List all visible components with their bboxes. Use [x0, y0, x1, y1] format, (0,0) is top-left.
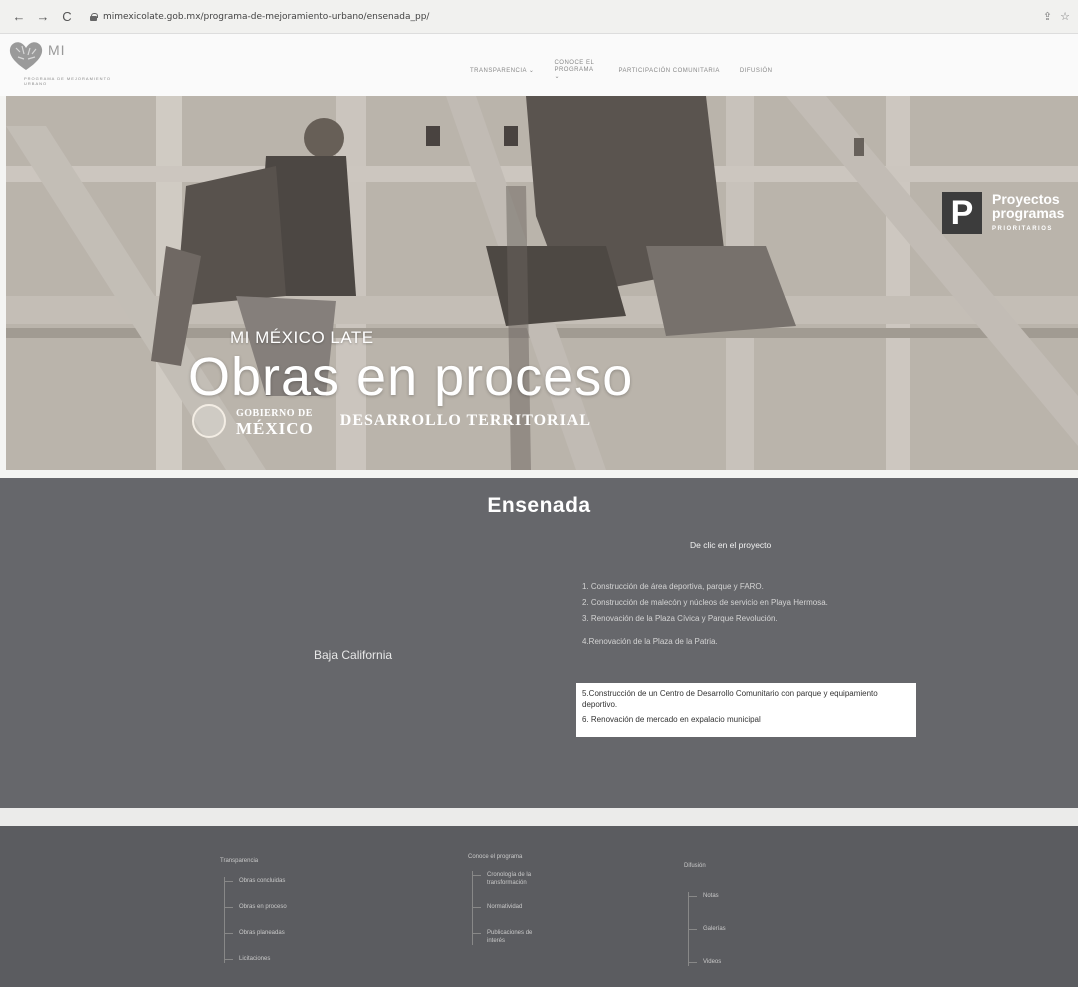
site-footer: Transparencia Obras concluidas Obras en … [0, 826, 1078, 987]
footer-link[interactable]: Obras planeadas [225, 929, 287, 937]
site-header: MI PROGRAMA DE MEJORAMIENTO URBANO TRANS… [0, 34, 1078, 96]
main-nav: TRANSPARENCIA ⌄ CONOCE EL PROGRAMA ⌄ PAR… [470, 60, 773, 81]
footer-link[interactable]: Videos [689, 958, 726, 966]
footer-column-conoce: Conoce el programa Cronología de la tran… [468, 853, 548, 945]
logo-text: MI [48, 42, 66, 58]
lock-icon [90, 12, 98, 21]
nav-difusion[interactable]: DIFUSIÓN [740, 68, 773, 74]
divider-band [0, 808, 1078, 826]
nav-transparencia[interactable]: TRANSPARENCIA ⌄ [470, 67, 534, 74]
page: { "browser": { "url": "mimexicolate.gob.… [0, 0, 1078, 987]
footer-link[interactable]: Publicaciones de interés [473, 929, 548, 945]
footer-link[interactable]: Cronología de la transformación [473, 871, 548, 887]
project-link[interactable]: 2. Construcción de malecón y núcleos de … [582, 598, 922, 607]
url-text[interactable]: mimexicolate.gob.mx/programa-de-mejorami… [103, 12, 429, 22]
logo-subtitle: PROGRAMA DE MEJORAMIENTO URBANO [24, 76, 112, 86]
badge-line-1: Proyectos [992, 191, 1060, 207]
p-logo-icon: P [942, 192, 982, 234]
bookmark-icon[interactable]: ☆ [1060, 10, 1070, 23]
footer-column-difusion: Difusión Notas Galerías Videos [684, 862, 726, 966]
section-title: Ensenada [487, 494, 591, 517]
address-bar[interactable]: mimexicolate.gob.mx/programa-de-mejorami… [90, 12, 429, 22]
state-label: Baja California [314, 648, 393, 662]
project-link[interactable]: 1. Construcción de área deportiva, parqu… [582, 582, 922, 591]
gov-department: DESARROLLO TERRITORIAL [339, 412, 592, 429]
footer-link[interactable]: Normatividad [473, 903, 548, 911]
heart-logo-icon [9, 42, 43, 70]
highlighted-projects: 5.Construcción de un Centro de Desarroll… [576, 683, 916, 737]
gov-line-2: MÉXICO [236, 419, 314, 438]
browser-toolbar: ← → C mimexicolate.gob.mx/programa-de-me… [0, 0, 1078, 34]
footer-link[interactable]: Obras concluidas [225, 877, 287, 885]
site-logo[interactable]: MI PROGRAMA DE MEJORAMIENTO URBANO [8, 40, 128, 90]
badge-line-3: PRIORITARIOS [992, 226, 1053, 232]
project-link[interactable]: 3. Renovación de la Plaza Cívica y Parqu… [582, 614, 922, 623]
reload-icon[interactable]: C [58, 8, 76, 26]
footer-column-transparencia: Transparencia Obras concluidas Obras en … [220, 857, 287, 963]
ensenada-section: Ensenada De clic en el proyecto Baja Cal… [0, 478, 1078, 808]
footer-heading[interactable]: Conoce el programa [468, 853, 548, 861]
hero-eyebrow: MI MÉXICO LATE [230, 328, 374, 347]
project-list: 1. Construcción de área deportiva, parqu… [582, 582, 922, 653]
click-hint: De clic en el proyecto [690, 540, 772, 550]
footer-heading[interactable]: Transparencia [220, 857, 287, 865]
hero-banner: P Proyectos programas PRIORITARIOS MI MÉ… [6, 96, 1078, 470]
hero-title: Obras en proceso [188, 347, 634, 407]
gobierno-logo: GOBIERNO DE MÉXICO DESARROLLO TERRITORIA… [192, 404, 591, 438]
share-icon[interactable]: ⇪ [1043, 10, 1052, 23]
badge-line-2: programas [992, 205, 1065, 221]
nav-participacion[interactable]: PARTICIPACIÓN COMUNITARIA [618, 68, 719, 74]
nav-conoce-programa[interactable]: CONOCE EL PROGRAMA ⌄ [554, 60, 598, 81]
footer-link[interactable]: Obras en proceso [225, 903, 287, 911]
footer-link[interactable]: Licitaciones [225, 955, 287, 963]
eagle-seal-icon [192, 404, 226, 438]
project-link[interactable]: 5.Construcción de un Centro de Desarroll… [582, 688, 910, 710]
footer-heading[interactable]: Difusión [684, 862, 726, 870]
project-link[interactable]: 4.Renovación de la Plaza de la Patria. [582, 637, 922, 646]
footer-link[interactable]: Notas [689, 892, 726, 900]
proyectos-prioritarios-badge[interactable]: P Proyectos programas PRIORITARIOS [942, 192, 1064, 236]
footer-link[interactable]: Galerías [689, 925, 726, 933]
forward-icon[interactable]: → [34, 8, 52, 26]
project-link[interactable]: 6. Renovación de mercado en expalacio mu… [582, 714, 910, 725]
back-icon[interactable]: ← [10, 8, 28, 26]
